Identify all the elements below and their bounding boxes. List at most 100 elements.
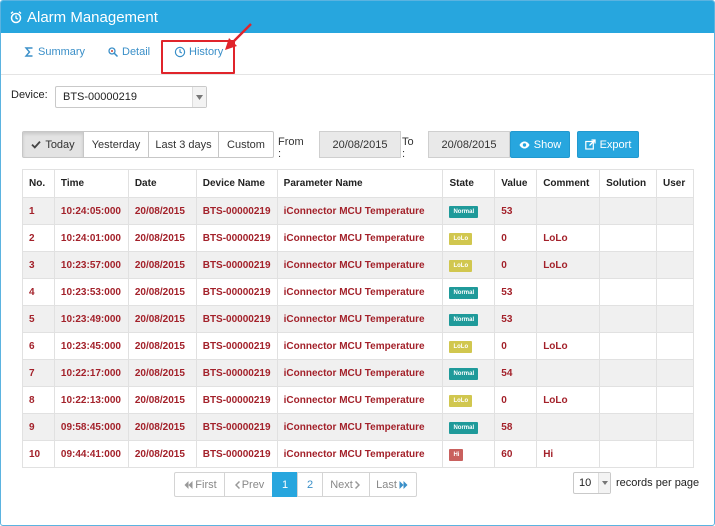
cell-param: iConnector MCU Temperature [276, 386, 444, 414]
alarm-history-table: No. Time Date Device Name Parameter Name… [22, 169, 695, 468]
cell-param: iConnector MCU Temperature [276, 197, 444, 225]
cell-value: 0 [494, 224, 538, 252]
table-row[interactable]: 10 09:44:41:000 20/08/2015 BTS-00000219 iCon… [22, 440, 695, 468]
status-badge: LoLo [449, 340, 473, 353]
status-badge: Normal [449, 313, 479, 326]
cell-param: iConnector MCU Temperature [276, 278, 444, 306]
table-row[interactable]: 6 10:23:45:000 20/08/2015 BTS-00000219 iConn… [22, 332, 695, 360]
prev-page-button[interactable]: Prev [224, 472, 273, 497]
table-row[interactable]: 7 10:22:17:000 20/08/2015 BTS-00000219 iConn… [22, 359, 695, 387]
cell-param: iConnector MCU Temperature [276, 305, 444, 333]
tab-bar: Summary Detail History [1, 34, 714, 75]
page-1-button[interactable]: 1 [272, 472, 298, 497]
table-row[interactable]: 8 10:22:13:000 20/08/2015 BTS-00000219 iConn… [22, 386, 695, 414]
col-time[interactable]: Time [53, 169, 129, 198]
cell-device: BTS-00000219 [195, 332, 278, 360]
first-page-button[interactable]: First [174, 472, 225, 497]
col-comment[interactable]: Comment [536, 169, 601, 198]
table-row[interactable]: 5 10:23:49:000 20/08/2015 BTS-00000219 iConn… [22, 305, 695, 333]
red-arrow-icon [225, 23, 252, 50]
cell-user [655, 224, 695, 252]
show-label: Show [533, 138, 562, 151]
device-select-value: BTS-00000219 [63, 91, 137, 103]
cell-solution [599, 251, 657, 279]
tab-detail[interactable]: Detail [107, 46, 150, 58]
cell-comment: Hi [536, 440, 601, 468]
cell-solution [599, 386, 657, 414]
table-row[interactable]: 1 10:24:05:000 20/08/2015 BTS-00000219 iConn… [22, 197, 695, 225]
status-badge: LoLo [449, 259, 473, 272]
cell-date: 20/08/2015 [127, 278, 197, 306]
from-label: From : [278, 136, 304, 160]
cell-device: BTS-00000219 [195, 251, 278, 279]
table-row[interactable]: 3 10:23:57:000 20/08/2015 BTS-00000219 iConn… [22, 251, 695, 279]
next-page-label: Next [330, 478, 353, 491]
col-no[interactable]: No. [22, 169, 55, 198]
cell-time: 10:23:49:000 [53, 305, 129, 333]
cell-no: 2 [22, 224, 55, 252]
pagination: First Prev 1 2 Next Last [174, 472, 417, 497]
records-per-page: 10 records per page [573, 472, 699, 494]
col-user[interactable]: User [655, 169, 695, 198]
cell-state: Normal [442, 278, 496, 306]
cell-value: 53 [494, 278, 538, 306]
cell-param: iConnector MCU Temperature [276, 224, 444, 252]
cell-solution [599, 305, 657, 333]
col-parameter-name[interactable]: Parameter Name [276, 169, 444, 198]
tab-summary[interactable]: Summary [23, 46, 85, 58]
export-button[interactable]: Export [577, 131, 639, 158]
next-page-button[interactable]: Next [322, 472, 370, 497]
to-date-input[interactable]: 20/08/2015 [428, 131, 510, 158]
prev-page-label: Prev [241, 478, 265, 491]
yesterday-button[interactable]: Yesterday [83, 131, 149, 158]
cell-value: 54 [494, 359, 538, 387]
cell-user [655, 197, 695, 225]
device-row: Device: BTS-00000219 [11, 86, 207, 108]
col-state[interactable]: State [442, 169, 496, 198]
col-solution[interactable]: Solution [599, 169, 657, 198]
cell-date: 20/08/2015 [127, 197, 197, 225]
cell-user [655, 413, 695, 441]
page-2-label: 2 [306, 478, 314, 491]
cell-device: BTS-00000219 [195, 413, 278, 441]
cell-time: 10:23:45:000 [53, 332, 129, 360]
table-header-row: No. Time Date Device Name Parameter Name… [22, 169, 695, 198]
cell-state: LoLo [442, 224, 496, 252]
today-button[interactable]: Today [22, 131, 84, 158]
cell-user [655, 332, 695, 360]
table-row[interactable]: 9 09:58:45:000 20/08/2015 BTS-00000219 iConn… [22, 413, 695, 441]
page-2-button[interactable]: 2 [297, 472, 323, 497]
cell-no: 8 [22, 386, 55, 414]
device-select[interactable]: BTS-00000219 [55, 86, 207, 108]
cell-no: 3 [22, 251, 55, 279]
from-date-input[interactable]: 20/08/2015 [319, 131, 401, 158]
custom-button[interactable]: Custom [218, 131, 274, 158]
cell-user [655, 440, 695, 468]
table-row[interactable]: 4 10:23:53:000 20/08/2015 BTS-00000219 iConn… [22, 278, 695, 306]
to-label: To : [402, 136, 414, 160]
last-page-button[interactable]: Last [369, 472, 417, 497]
cell-comment [536, 413, 601, 441]
cell-time: 10:23:53:000 [53, 278, 129, 306]
cell-device: BTS-00000219 [195, 305, 278, 333]
cell-value: 60 [494, 440, 538, 468]
cell-state: Hi [442, 440, 496, 468]
last-page-label: Last [376, 478, 397, 491]
from-date-value: 20/08/2015 [332, 138, 388, 151]
table-row[interactable]: 2 10:24:01:000 20/08/2015 BTS-00000219 iConn… [22, 224, 695, 252]
cell-time: 10:24:01:000 [53, 224, 129, 252]
col-date[interactable]: Date [127, 169, 197, 198]
col-device-name[interactable]: Device Name [195, 169, 278, 198]
col-value[interactable]: Value [494, 169, 538, 198]
per-page-select[interactable]: 10 [573, 472, 611, 494]
device-label: Device: [11, 89, 48, 101]
cell-state: Normal [442, 305, 496, 333]
cell-value: 58 [494, 413, 538, 441]
last-3-days-button[interactable]: Last 3 days [148, 131, 219, 158]
cell-date: 20/08/2015 [127, 440, 197, 468]
show-button[interactable]: Show [510, 131, 570, 158]
chevron-down-icon [192, 87, 206, 107]
cell-param: iConnector MCU Temperature [276, 413, 444, 441]
cell-comment: LoLo [536, 332, 601, 360]
cell-no: 5 [22, 305, 55, 333]
